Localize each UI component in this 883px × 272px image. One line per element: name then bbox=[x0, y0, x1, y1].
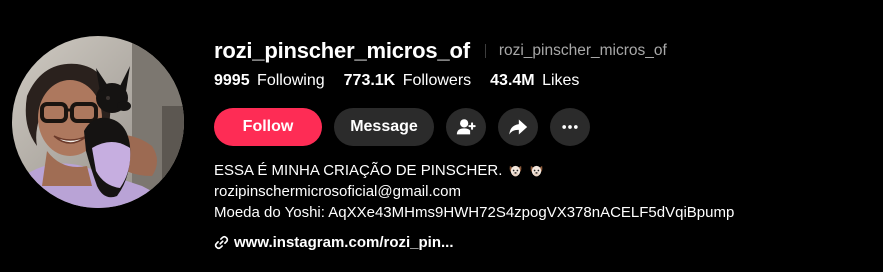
person-add-icon bbox=[456, 119, 476, 135]
bio-line-3: Moeda do Yoshi: AqXXe43MHms9HWH72S4zpogV… bbox=[214, 204, 735, 221]
followers-count: 773.1K bbox=[343, 72, 396, 89]
profile-title-row: rozi_pinscher_micros_of rozi_pinscher_mi… bbox=[214, 38, 667, 64]
followers-label: Followers bbox=[402, 72, 472, 89]
title-divider bbox=[484, 44, 486, 58]
profile-link[interactable]: www.instagram.com/rozi_pin... bbox=[214, 234, 454, 251]
profile-link-text[interactable]: www.instagram.com/rozi_pin... bbox=[234, 234, 454, 251]
bio-line-1: ESSA É MINHA CRIAÇÃO DE PINSCHER. bbox=[214, 160, 734, 181]
link-icon bbox=[214, 235, 229, 250]
message-button[interactable]: Message bbox=[334, 108, 434, 146]
avatar-photo bbox=[12, 36, 184, 208]
profile-nickname: rozi_pinscher_micros_of bbox=[498, 42, 667, 59]
bio-line-2: rozipinschermicrosoficial@gmail.com bbox=[214, 183, 461, 200]
following-label: Following bbox=[257, 72, 325, 89]
add-friend-button[interactable] bbox=[446, 108, 486, 146]
dog-face-emoji-icon bbox=[531, 165, 543, 177]
likes-label: Likes bbox=[542, 72, 580, 89]
follow-button[interactable]: Follow bbox=[214, 108, 322, 146]
followers-stat[interactable]: 773.1K Followers bbox=[344, 72, 472, 90]
following-count: 9995 bbox=[214, 72, 250, 89]
share-arrow-icon bbox=[509, 119, 528, 135]
profile-avatar[interactable] bbox=[12, 36, 184, 208]
more-options-button[interactable] bbox=[550, 108, 590, 146]
profile-stats: 9995 Following 773.1K Followers 43.4M Li… bbox=[214, 72, 598, 90]
dog-face-emoji-icon bbox=[510, 165, 522, 177]
following-stat[interactable]: 9995 Following bbox=[214, 72, 325, 90]
more-horizontal-icon bbox=[562, 125, 578, 129]
share-button[interactable] bbox=[498, 108, 538, 146]
likes-count: 43.4M bbox=[490, 72, 535, 89]
profile-bio: ESSA É MINHA CRIAÇÃO DE PINSCHER. rozipi… bbox=[214, 160, 734, 223]
profile-actions: Follow Message bbox=[214, 108, 602, 146]
profile-username: rozi_pinscher_micros_of bbox=[214, 38, 470, 63]
bio-text-1: ESSA É MINHA CRIAÇÃO DE PINSCHER. bbox=[214, 162, 503, 179]
likes-stat: 43.4M Likes bbox=[490, 72, 579, 90]
